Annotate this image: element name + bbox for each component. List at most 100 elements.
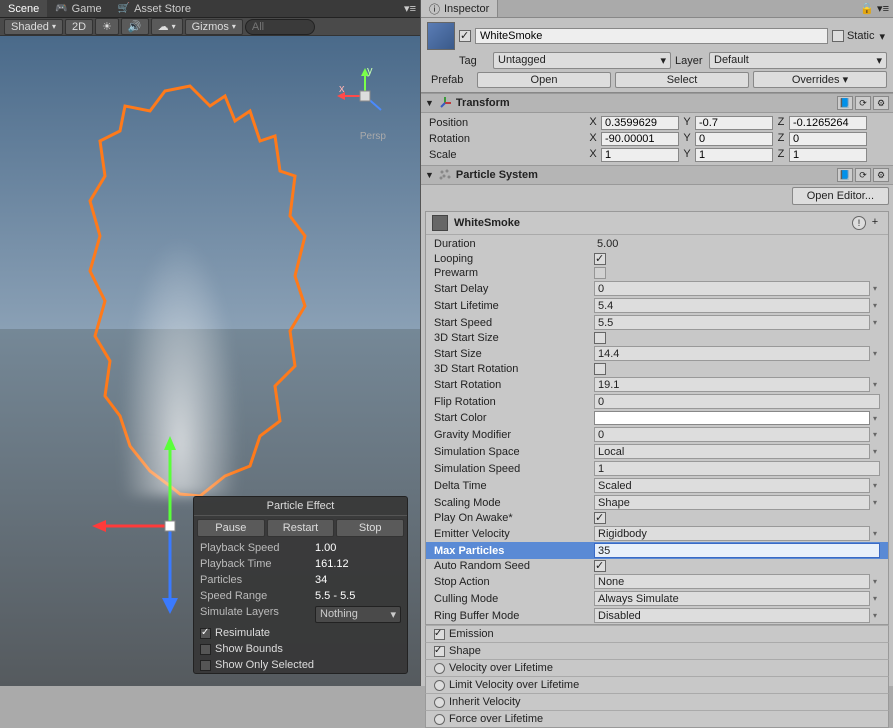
- dropdown-icon[interactable]: ▾: [870, 529, 880, 538]
- scene-view[interactable]: y x Persp Particle Effect Pause Restart: [0, 36, 420, 686]
- open-editor-button[interactable]: Open Editor...: [792, 187, 889, 205]
- lighting-toggle[interactable]: ☀: [95, 18, 119, 35]
- position-z-input[interactable]: [789, 116, 867, 130]
- rotation-y-input[interactable]: [695, 132, 773, 146]
- static-checkbox[interactable]: [832, 30, 844, 42]
- ring-buffer-dropdown[interactable]: Disabled: [594, 608, 870, 623]
- dropdown-icon[interactable]: ▾: [870, 447, 880, 456]
- audio-toggle[interactable]: 🔊: [121, 18, 149, 35]
- static-dropdown-icon[interactable]: ▾: [877, 30, 887, 43]
- dropdown-icon[interactable]: ▾: [870, 301, 880, 310]
- resimulate-checkbox[interactable]: [200, 628, 211, 639]
- help-button[interactable]: 📘: [837, 96, 853, 110]
- orientation-gizmo[interactable]: y x: [335, 66, 395, 126]
- inherit-velocity-checkbox[interactable]: [434, 697, 445, 708]
- dropdown-icon[interactable]: ▾: [870, 498, 880, 507]
- playback-speed-value[interactable]: 1.00: [315, 542, 336, 554]
- dropdown-icon[interactable]: ▾: [870, 611, 880, 620]
- gear-icon[interactable]: ⚙: [873, 96, 889, 110]
- stop-action-dropdown[interactable]: None: [594, 574, 870, 589]
- simulation-speed-input[interactable]: 1: [594, 461, 880, 476]
- culling-mode-dropdown[interactable]: Always Simulate: [594, 591, 870, 606]
- layer-dropdown[interactable]: Default▾: [709, 52, 887, 69]
- stop-button[interactable]: Stop: [336, 519, 404, 537]
- prewarm-checkbox[interactable]: [594, 267, 606, 279]
- limit-velocity-checkbox[interactable]: [434, 680, 445, 691]
- panel-context-menu-icon[interactable]: ▾≡: [877, 3, 889, 15]
- max-particles-input[interactable]: 35: [594, 543, 880, 558]
- scene-search-input[interactable]: [245, 19, 315, 35]
- module-add-button[interactable]: +: [868, 216, 882, 230]
- start-rotation-3d-checkbox[interactable]: [594, 363, 606, 375]
- position-x-input[interactable]: [601, 116, 679, 130]
- reset-button[interactable]: ⟳: [855, 96, 871, 110]
- prefab-open-button[interactable]: Open: [477, 72, 611, 88]
- velocity-over-lifetime-module-header[interactable]: Velocity over Lifetime: [425, 659, 889, 676]
- dropdown-icon[interactable]: ▾: [870, 349, 880, 358]
- flip-rotation-input[interactable]: 0: [594, 394, 880, 409]
- foldout-icon[interactable]: ▼: [425, 98, 434, 108]
- dropdown-icon[interactable]: ▾: [870, 577, 880, 586]
- particle-system-component-header[interactable]: ▼ Particle System 📘 ⟳ ⚙: [421, 165, 893, 185]
- effects-dropdown[interactable]: ☁: [151, 18, 183, 35]
- tag-dropdown[interactable]: Untagged▾: [493, 52, 671, 69]
- tab-scene[interactable]: Scene: [0, 0, 47, 17]
- start-color-field[interactable]: [594, 411, 870, 425]
- start-speed-input[interactable]: 5.5: [594, 315, 870, 330]
- perspective-label[interactable]: Persp: [360, 131, 386, 142]
- shading-mode-dropdown[interactable]: Shaded: [4, 19, 63, 35]
- simulation-space-dropdown[interactable]: Local: [594, 444, 870, 459]
- delta-time-dropdown[interactable]: Scaled: [594, 478, 870, 493]
- rotation-z-input[interactable]: [789, 132, 867, 146]
- play-on-awake-checkbox[interactable]: [594, 512, 606, 524]
- view-2d-toggle[interactable]: 2D: [65, 19, 93, 35]
- gizmos-dropdown[interactable]: Gizmos: [185, 19, 243, 35]
- help-button[interactable]: 📘: [837, 168, 853, 182]
- show-bounds-checkbox[interactable]: [200, 644, 211, 655]
- duration-value[interactable]: 5.00: [594, 236, 880, 251]
- limit-velocity-over-lifetime-module-header[interactable]: Limit Velocity over Lifetime: [425, 676, 889, 693]
- shape-checkbox[interactable]: [434, 646, 445, 657]
- restart-button[interactable]: Restart: [267, 519, 335, 537]
- start-size-input[interactable]: 14.4: [594, 346, 870, 361]
- force-over-lifetime-checkbox[interactable]: [434, 714, 445, 725]
- gameobject-icon[interactable]: [427, 22, 455, 50]
- dropdown-icon[interactable]: ▾: [870, 594, 880, 603]
- gameobject-name-input[interactable]: [475, 28, 828, 44]
- prefab-overrides-dropdown[interactable]: Overrides ▾: [753, 71, 887, 88]
- emission-module-header[interactable]: Emission: [425, 625, 889, 642]
- reset-button[interactable]: ⟳: [855, 168, 871, 182]
- shape-module-header[interactable]: Shape: [425, 642, 889, 659]
- start-rotation-input[interactable]: 19.1: [594, 377, 870, 392]
- tab-game[interactable]: 🎮Game: [47, 0, 109, 17]
- tab-asset-store[interactable]: 🛒Asset Store: [110, 0, 199, 17]
- simulate-layers-dropdown[interactable]: Nothing▾: [315, 606, 401, 623]
- rotation-x-input[interactable]: [601, 132, 679, 146]
- dropdown-icon[interactable]: ▾: [870, 380, 880, 389]
- module-info-button[interactable]: !: [852, 216, 866, 230]
- scaling-mode-dropdown[interactable]: Shape: [594, 495, 870, 510]
- scale-y-input[interactable]: [695, 148, 773, 162]
- gameobject-active-checkbox[interactable]: [459, 30, 471, 42]
- show-only-selected-checkbox[interactable]: [200, 660, 211, 671]
- pause-button[interactable]: Pause: [197, 519, 265, 537]
- dropdown-icon[interactable]: ▾: [870, 284, 880, 293]
- dropdown-icon[interactable]: ▾: [870, 318, 880, 327]
- start-lifetime-input[interactable]: 5.4: [594, 298, 870, 313]
- lock-icon[interactable]: 🔒: [860, 3, 874, 15]
- transform-component-header[interactable]: ▼ Transform 📘 ⟳ ⚙: [421, 93, 893, 113]
- start-delay-input[interactable]: 0: [594, 281, 870, 296]
- inherit-velocity-module-header[interactable]: Inherit Velocity: [425, 693, 889, 710]
- scale-z-input[interactable]: [789, 148, 867, 162]
- main-module-header[interactable]: WhiteSmoke ! +: [426, 212, 888, 235]
- position-y-input[interactable]: [695, 116, 773, 130]
- looping-checkbox[interactable]: [594, 253, 606, 265]
- auto-random-seed-checkbox[interactable]: [594, 560, 606, 572]
- dropdown-icon[interactable]: ▾: [870, 430, 880, 439]
- tab-inspector[interactable]: ⓘInspector: [421, 0, 498, 17]
- force-over-lifetime-module-header[interactable]: Force over Lifetime: [425, 710, 889, 728]
- emission-checkbox[interactable]: [434, 629, 445, 640]
- panel-menu-icon[interactable]: ▾≡: [404, 0, 420, 17]
- dropdown-icon[interactable]: ▾: [870, 414, 880, 423]
- gravity-modifier-input[interactable]: 0: [594, 427, 870, 442]
